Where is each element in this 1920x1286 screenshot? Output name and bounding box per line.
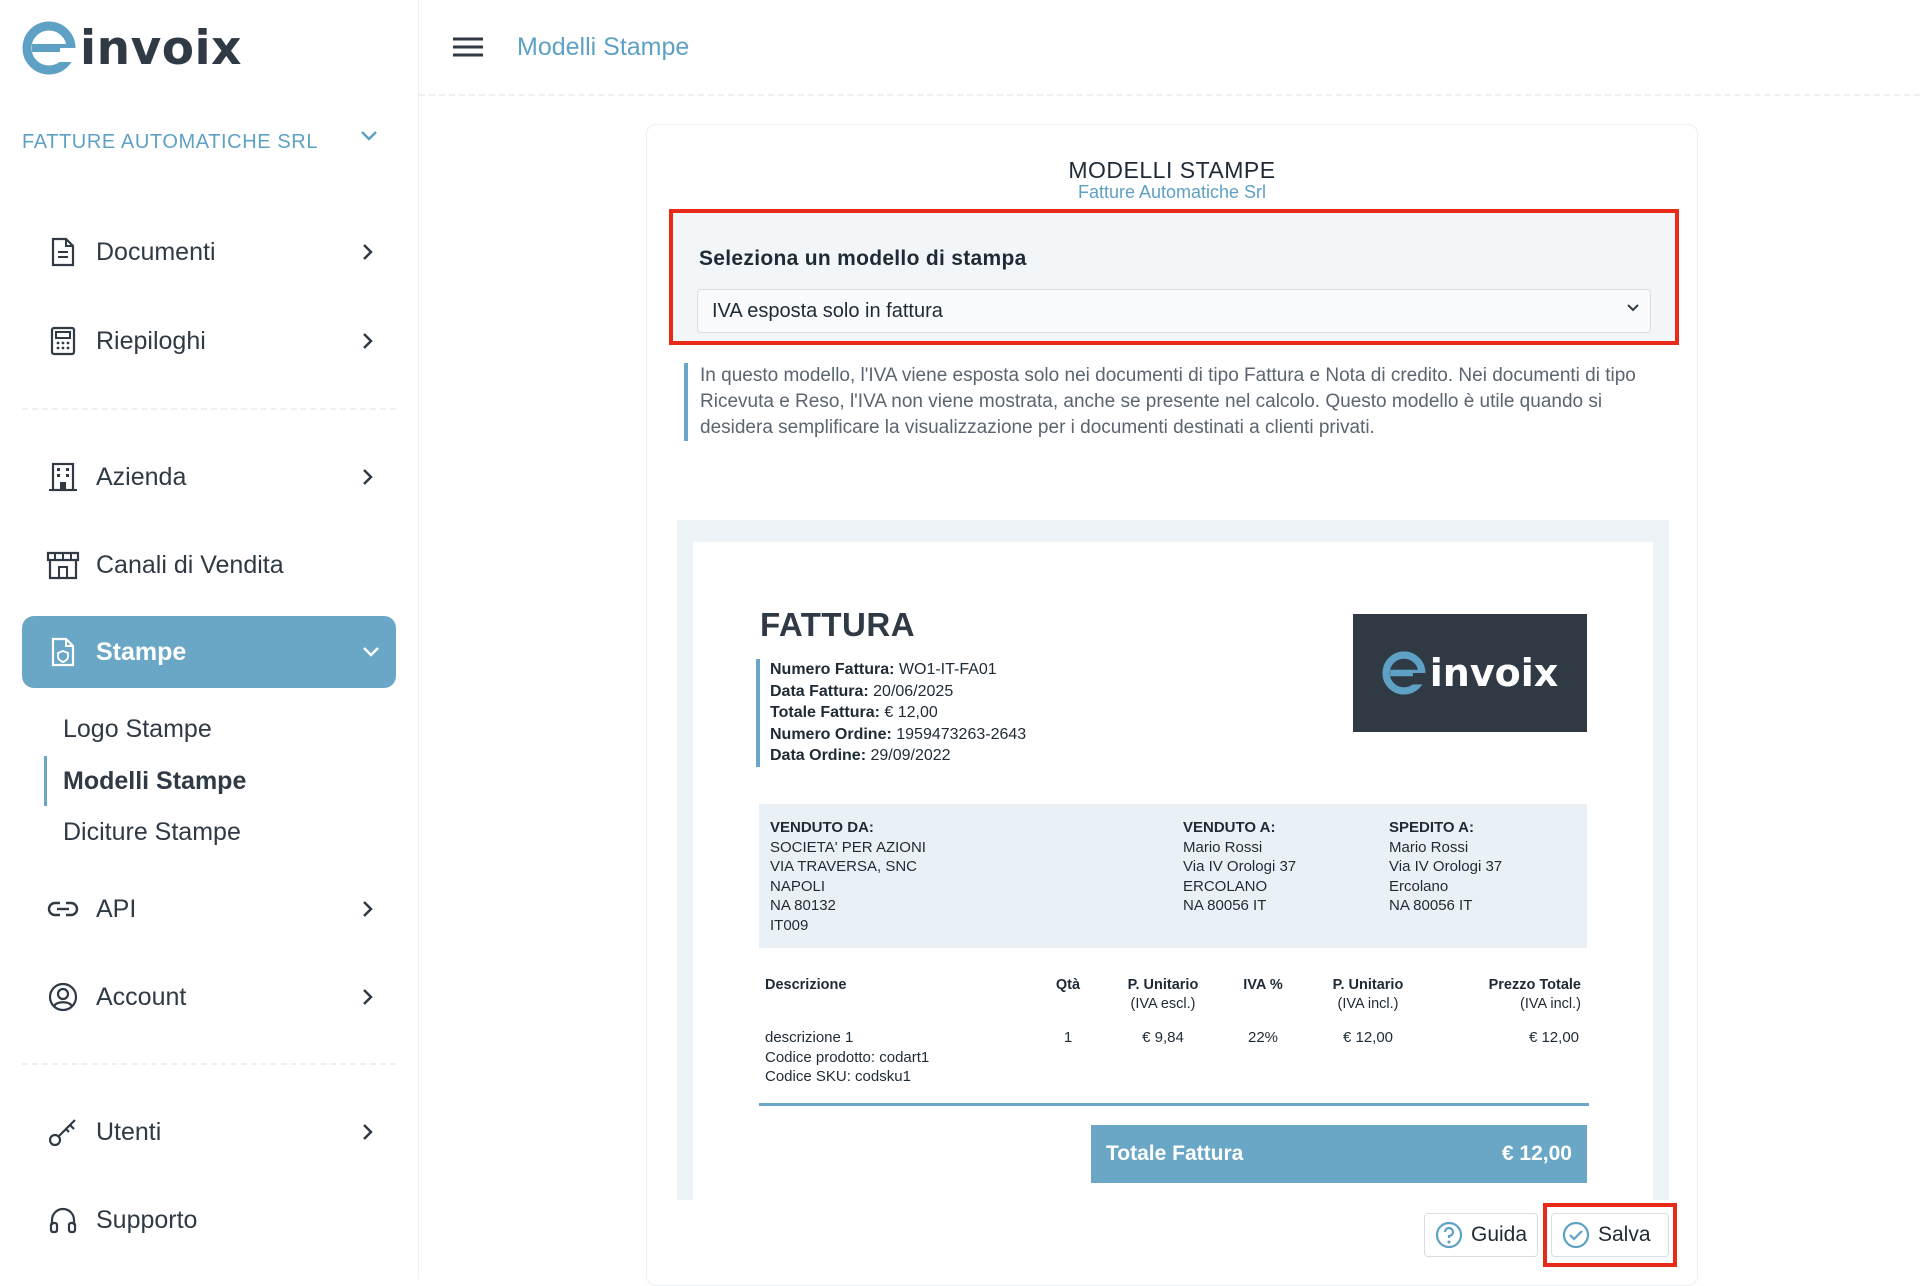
model-description: In questo modello, l'IVA viene esposta s… — [684, 363, 1660, 441]
row-pu-incl: € 12,00 — [1342, 1029, 1394, 1046]
sidebar-item-azienda[interactable]: Azienda — [22, 441, 396, 513]
select-label: Seleziona un modello di stampa — [699, 247, 1027, 270]
col-descrizione: Descrizione — [765, 977, 847, 993]
col-pu-incl: P. Unitario (IVA incl.) — [1332, 977, 1404, 1012]
sidebar-item-label: Account — [96, 982, 187, 1011]
sidebar-item-label: Supporto — [96, 1205, 198, 1234]
page-title: Modelli Stampe — [517, 33, 690, 61]
calculator-icon — [46, 324, 80, 358]
row-pu-escl: € 9,84 — [1142, 1029, 1184, 1046]
salva-button[interactable]: Salva — [1551, 1213, 1669, 1257]
guida-button[interactable]: Guida — [1424, 1213, 1538, 1257]
company-selector[interactable]: FATTURE AUTOMATICHE SRL — [22, 126, 322, 158]
invoice-preview: FATTURA Numero Fattura: WO1-IT-FA01 Data… — [693, 542, 1653, 1202]
sidebar-item-label: API — [96, 894, 137, 923]
link-icon — [46, 892, 80, 926]
key-icon — [46, 1115, 80, 1149]
user-circle-icon — [46, 980, 80, 1014]
row-prezzo-totale: € 12,00 — [1528, 1029, 1579, 1046]
topbar: Modelli Stampe — [419, 0, 1920, 96]
chevron-right-icon — [363, 989, 373, 1005]
invoice-meta: Numero Fattura: WO1-IT-FA01 Data Fattura… — [756, 659, 1026, 767]
salva-label: Salva — [1598, 1223, 1651, 1246]
app-logo[interactable]: invoix — [22, 18, 242, 78]
sidebar-item-label: Stampe — [96, 637, 187, 666]
logo-e-icon — [22, 21, 76, 75]
divider — [22, 1063, 396, 1065]
chevron-down-icon — [1627, 304, 1639, 312]
row-descrizione: descrizione 1 Codice prodotto: codart1 C… — [765, 1029, 930, 1086]
model-select[interactable]: IVA esposta solo in fattura — [697, 289, 1651, 333]
invoice-logo: invoix — [1353, 614, 1587, 732]
card-subtitle: Fatture Automatiche Srl — [1077, 182, 1267, 202]
sidebar-item-documenti[interactable]: Documenti — [22, 216, 396, 288]
divider — [22, 408, 396, 410]
sidebar-item-label: Azienda — [96, 462, 187, 491]
sidebar-item-label: Canali di Vendita — [96, 550, 284, 579]
store-icon — [46, 548, 80, 582]
sidebar-item-canali-di-vendita[interactable]: Canali di Vendita — [22, 529, 396, 601]
invoice-total-bar: Totale Fattura € 12,00 — [1091, 1125, 1587, 1183]
sidebar-item-label: Utenti — [96, 1117, 162, 1146]
col-prezzo-totale: Prezzo Totale (IVA incl.) — [1488, 977, 1581, 1012]
sidebar-item-label: Documenti — [96, 237, 216, 266]
meta-row: Data Ordine: 29/09/2022 — [770, 747, 951, 764]
select-value: IVA esposta solo in fattura — [712, 299, 943, 322]
row-iva: 22% — [1247, 1029, 1279, 1046]
table-divider — [759, 1103, 1589, 1106]
sidebar-item-supporto[interactable]: Supporto — [22, 1184, 396, 1256]
col-iva: IVA % — [1243, 977, 1283, 993]
venduto-da: VENDUTO DA: SOCIETA' PER AZIONI VIA TRAV… — [770, 819, 926, 934]
row-qta: 1 — [1063, 1029, 1073, 1046]
logo-text: invoix — [1429, 651, 1559, 695]
total-label: Totale Fattura — [1106, 1142, 1244, 1165]
chevron-right-icon — [363, 901, 373, 917]
chevron-down-icon — [363, 647, 379, 657]
building-icon — [46, 460, 80, 494]
meta-row: Totale Fattura: € 12,00 — [770, 704, 938, 721]
chevron-down-icon[interactable] — [360, 130, 378, 142]
sidebar: invoix FATTURE AUTOMATICHE SRL Documenti… — [0, 0, 419, 1279]
card-title: MODELLI STAMPE — [1068, 157, 1276, 183]
logo-e-icon — [1382, 651, 1426, 695]
sidebar-item-account[interactable]: Account — [22, 961, 396, 1033]
check-circle-icon — [1562, 1221, 1590, 1249]
model-select-section: Seleziona un modello di stampa IVA espos… — [669, 209, 1679, 345]
meta-row: Data Fattura: 20/06/2025 — [770, 682, 954, 700]
sidebar-item-api[interactable]: API — [22, 873, 396, 945]
meta-row: Numero Ordine: 1959473263-2643 — [770, 725, 1027, 743]
sidebar-item-label: Riepiloghi — [96, 326, 206, 355]
subitem-diciture-stampe[interactable]: Diciture Stampe — [63, 818, 241, 847]
guida-label: Guida — [1471, 1223, 1528, 1246]
help-circle-icon — [1435, 1221, 1463, 1249]
spedito-a: SPEDITO A: Mario Rossi Via IV Orologi 37… — [1389, 819, 1503, 915]
hamburger-menu-icon[interactable] — [453, 36, 483, 58]
sidebar-item-utenti[interactable]: Utenti — [22, 1096, 396, 1168]
print-document-icon — [46, 635, 80, 669]
col-qta: Qtà — [1055, 977, 1081, 993]
chevron-right-icon — [363, 333, 373, 349]
invoice-title: FATTURA — [760, 606, 916, 643]
col-pu-escl: P. Unitario (IVA escl.) — [1127, 977, 1199, 1012]
venduto-a: VENDUTO A: Mario Rossi Via IV Orologi 37… — [1183, 819, 1297, 915]
chevron-right-icon — [363, 1124, 373, 1140]
sidebar-item-riepiloghi[interactable]: Riepiloghi — [22, 305, 396, 377]
chevron-right-icon — [363, 244, 373, 260]
subitem-modelli-stampe[interactable]: Modelli Stampe — [63, 767, 246, 796]
address-box: VENDUTO DA: SOCIETA' PER AZIONI VIA TRAV… — [759, 804, 1587, 948]
logo-text: invoix — [80, 20, 242, 76]
document-icon — [46, 235, 80, 269]
models-card: MODELLI STAMPE Fatture Automatiche Srl S… — [646, 124, 1698, 1286]
chevron-right-icon — [363, 469, 373, 485]
headset-icon — [46, 1203, 80, 1237]
meta-row: Numero Fattura: WO1-IT-FA01 — [770, 661, 997, 678]
active-indicator — [44, 756, 47, 806]
subitem-logo-stampe[interactable]: Logo Stampe — [63, 715, 212, 744]
sidebar-item-stampe[interactable]: Stampe — [22, 616, 396, 688]
invoice-preview-frame: FATTURA Numero Fattura: WO1-IT-FA01 Data… — [677, 520, 1669, 1202]
total-value: € 12,00 — [1501, 1142, 1572, 1165]
